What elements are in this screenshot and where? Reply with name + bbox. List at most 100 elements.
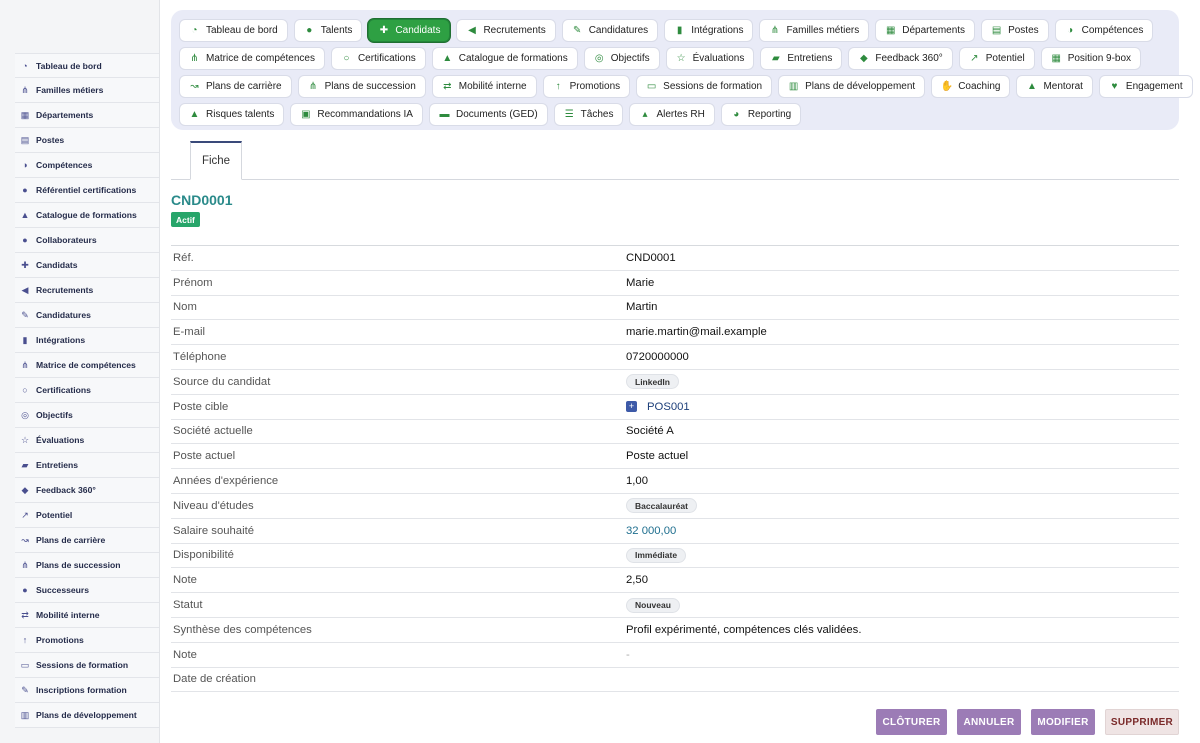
edit-button[interactable]: MODIFIER: [1031, 709, 1095, 735]
sidebar-item-candidats[interactable]: ✚ Candidats: [15, 253, 159, 278]
plus-square-icon[interactable]: +: [626, 401, 637, 413]
sidebar-item-comp-tences[interactable]: ◑ Compétences: [15, 153, 159, 178]
nav-chip-sessions-de-formation[interactable]: ▭ Sessions de formation: [636, 74, 773, 98]
nav-chip-talents[interactable]: ● Talents: [293, 18, 363, 42]
field-value: CND0001: [626, 252, 676, 264]
nav-chip-plans-de-succession[interactable]: ⋔ Plans de succession: [297, 74, 426, 98]
nav-chip-label: Plans de développement: [805, 80, 916, 92]
sidebar-item-label: Certifications: [36, 385, 91, 395]
nav-chip-label: Intégrations: [691, 24, 744, 36]
sidebar-item-plans-de-carri-re[interactable]: ↝ Plans de carrière: [15, 528, 159, 553]
sidebar-item-mobilit-interne[interactable]: ⇄ Mobilité interne: [15, 603, 159, 628]
sidebar-item-sessions-de-formation[interactable]: ▭ Sessions de formation: [15, 653, 159, 678]
nav-chip-label: Talents: [320, 24, 353, 36]
sidebar-item-label: Entretiens: [36, 460, 79, 470]
sidebar-item-familles-m-tiers[interactable]: ⋔ Familles métiers: [15, 78, 159, 103]
sidebar-item-valuations[interactable]: ☆ Évaluations: [15, 428, 159, 453]
nav-chip-objectifs[interactable]: ◎ Objectifs: [583, 46, 660, 70]
sidebar-item-label: Postes: [36, 135, 65, 145]
nav-chip-label: Plans de carrière: [206, 80, 282, 92]
nav-chip-potentiel[interactable]: ↗ Potentiel: [958, 46, 1035, 70]
field-label: Disponibilité: [173, 549, 234, 562]
tab-fiche[interactable]: Fiche: [190, 141, 242, 180]
sidebar-item-matrice-de-comp-tences[interactable]: ⋔ Matrice de compétences: [15, 353, 159, 378]
sidebar-item-catalogue-de-formations[interactable]: ▲ Catalogue de formations: [15, 203, 159, 228]
sidebar-item-tableau-de-bord[interactable]: ◔ Tableau de bord: [15, 53, 159, 78]
nav-chip-candidats[interactable]: ✚ Candidats: [368, 18, 451, 42]
bell-icon: ▴: [642, 108, 648, 120]
heart-icon: ♥: [1111, 80, 1118, 92]
sidebar-item-plans-de-d-veloppement[interactable]: ▥ Plans de développement: [15, 703, 159, 728]
sidebar-item-postes[interactable]: ▤ Postes: [15, 128, 159, 153]
field-label: Note: [173, 648, 197, 661]
sidebar-item-promotions[interactable]: ↑ Promotions: [15, 628, 159, 653]
arrow-up-icon: ↑: [22, 635, 28, 645]
field-label: Statut: [173, 599, 203, 612]
sidebar-item-feedback-360[interactable]: ◆ Feedback 360°: [15, 478, 159, 503]
position-link[interactable]: POS001: [647, 401, 690, 413]
sidebar-item-plans-de-succession[interactable]: ⋔ Plans de succession: [15, 553, 159, 578]
nav-chip-label: Recrutements: [483, 24, 546, 36]
megaphone-icon: ◀: [468, 24, 476, 36]
nav-chip-mentorat[interactable]: ▲ Mentorat: [1016, 74, 1093, 98]
delete-button[interactable]: SUPPRIMER: [1105, 709, 1179, 735]
sidebar-item-inscriptions-formation[interactable]: ✎ Inscriptions formation: [15, 678, 159, 703]
sidebar-item-successeurs[interactable]: ● Successeurs: [15, 578, 159, 603]
exchange-icon: ⇄: [21, 610, 29, 620]
chart-line-icon: ↗: [970, 52, 979, 64]
sidebar-item-r-f-rentiel-certifications[interactable]: ● Référentiel certifications: [15, 178, 159, 203]
nav-chip-candidatures[interactable]: ✎ Candidatures: [561, 18, 659, 42]
nav-chip-int-grations[interactable]: ▮ Intégrations: [664, 18, 754, 42]
sidebar-item-objectifs[interactable]: ◎ Objectifs: [15, 403, 159, 428]
sidebar-item-d-partements[interactable]: ▦ Départements: [15, 103, 159, 128]
nav-chip-engagement[interactable]: ♥ Engagement: [1098, 74, 1193, 98]
file-edit-icon: ✎: [573, 24, 582, 36]
field-value: marie.martin@mail.example: [626, 326, 767, 338]
nav-chip-documents-ged[interactable]: ▬ Documents (GED): [428, 102, 548, 126]
sidebar-item-int-grations[interactable]: ▮ Intégrations: [15, 328, 159, 353]
nav-chip-mobilit-interne[interactable]: ⇄ Mobilité interne: [431, 74, 537, 98]
nav-chip-certifications[interactable]: ○ Certifications: [330, 46, 426, 70]
field-label: Niveau d'études: [173, 499, 254, 512]
nav-chip-reporting[interactable]: ◕ Reporting: [720, 102, 802, 126]
nav-chip-coaching[interactable]: ✋ Coaching: [931, 74, 1011, 98]
cancel-button[interactable]: ANNULER: [957, 709, 1021, 735]
sidebar-item-certifications[interactable]: ○ Certifications: [15, 378, 159, 403]
sidebar-item-label: Objectifs: [36, 410, 73, 420]
nav-chip-feedback-360[interactable]: ◆ Feedback 360°: [848, 46, 953, 70]
nav-chip-comp-tences[interactable]: ◑ Compétences: [1054, 18, 1154, 42]
nav-chip-valuations[interactable]: ☆ Évaluations: [665, 46, 755, 70]
nav-chip-catalogue-de-formations[interactable]: ▲ Catalogue de formations: [431, 46, 578, 70]
sidebar-item-label: Référentiel certifications: [36, 185, 137, 195]
nav-chip-label: Candidats: [395, 24, 441, 36]
nav-chip-plans-de-d-veloppement[interactable]: ▥ Plans de développement: [778, 74, 926, 98]
nav-chip-recrutements[interactable]: ◀ Recrutements: [456, 18, 556, 42]
nav-chip-d-partements[interactable]: ▦ Départements: [875, 18, 976, 42]
nav-chip-postes[interactable]: ▤ Postes: [981, 18, 1049, 42]
sidebar-item-recrutements[interactable]: ◀ Recrutements: [15, 278, 159, 303]
nav-chip-entretiens[interactable]: ▰ Entretiens: [760, 46, 843, 70]
nav-chip-tableau-de-bord[interactable]: ◔ Tableau de bord: [179, 18, 288, 42]
nav-chip-familles-m-tiers[interactable]: ⋔ Familles métiers: [759, 18, 870, 42]
sidebar-item-entretiens[interactable]: ▰ Entretiens: [15, 453, 159, 478]
sidebar-item-potentiel[interactable]: ↗ Potentiel: [15, 503, 159, 528]
user-edit-icon: ✎: [21, 685, 29, 695]
nav-chip-plans-de-carri-re[interactable]: ↝ Plans de carrière: [179, 74, 292, 98]
document-icon: ▤: [991, 24, 1002, 36]
nav-chip-matrice-de-comp-tences[interactable]: ⋔ Matrice de compétences: [179, 46, 325, 70]
nav-chip-recommandations-ia[interactable]: ▣ Recommandations IA: [290, 102, 423, 126]
field-value: 0720000000: [626, 351, 689, 363]
nav-chip-promotions[interactable]: ↑ Promotions: [542, 74, 631, 98]
nav-chip-risques-talents[interactable]: ▲ Risques talents: [179, 102, 285, 126]
nav-chip-alertes-rh[interactable]: ▴ Alertes RH: [629, 102, 715, 126]
sidebar-item-candidatures[interactable]: ✎ Candidatures: [15, 303, 159, 328]
sidebar-item-collaborateurs[interactable]: ● Collaborateurs: [15, 228, 159, 253]
nav-chip-position-9-box[interactable]: ▦ Position 9-box: [1040, 46, 1142, 70]
mentor-icon: ▲: [1027, 80, 1037, 92]
nav-chip-t-ches[interactable]: ☰ Tâches: [553, 102, 624, 126]
close-button[interactable]: CLÔTURER: [876, 709, 947, 735]
detail-row: Téléphone 0720000000: [171, 345, 1179, 370]
comment-icon: ◆: [860, 52, 868, 64]
brain-icon: ◑: [1067, 24, 1074, 36]
route-icon: ↝: [190, 80, 199, 92]
